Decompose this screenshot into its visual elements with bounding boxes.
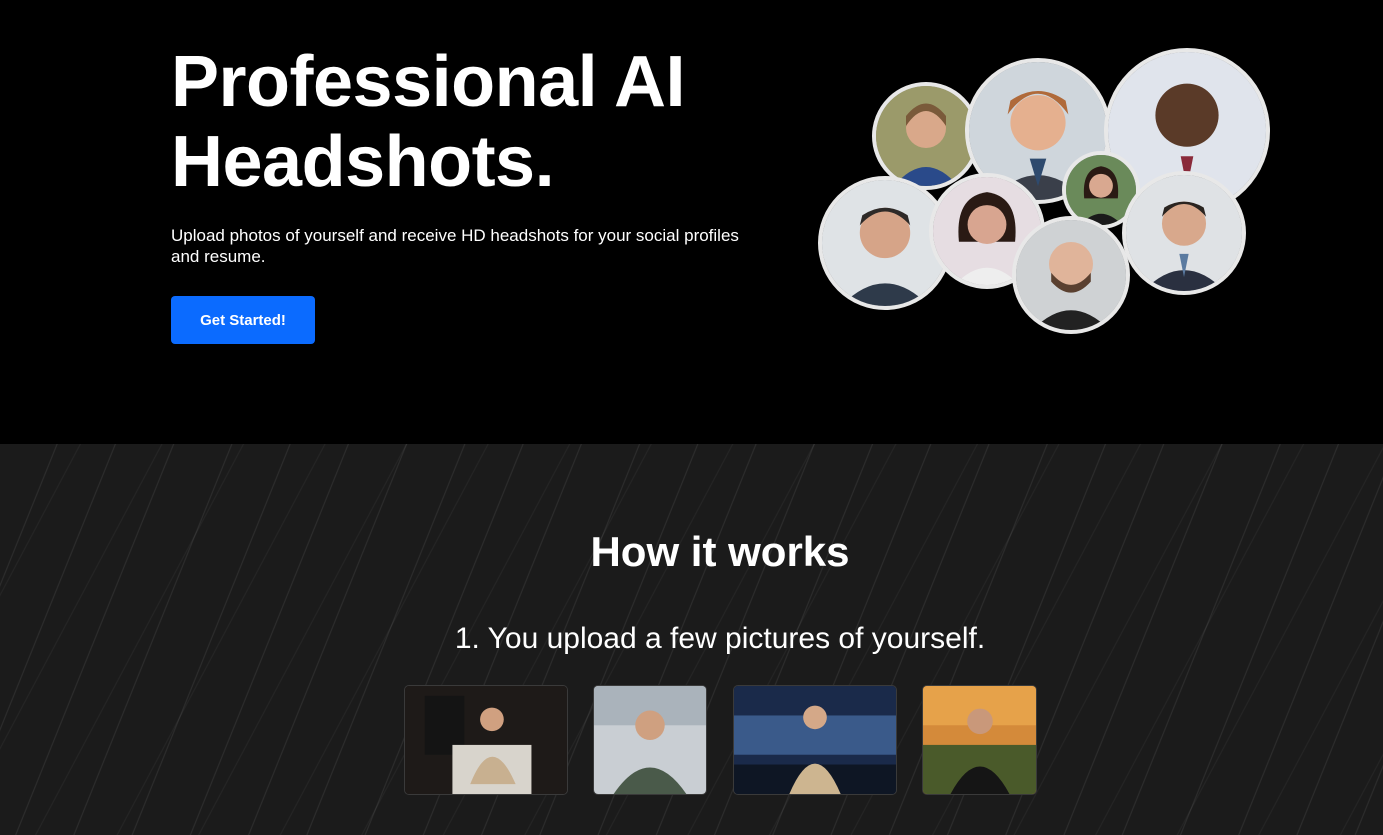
upload-photo-1 — [404, 685, 568, 795]
headshot-avatar-man-beard — [1012, 216, 1130, 334]
get-started-button[interactable]: Get Started! — [171, 296, 315, 344]
hero-section: Professional AI Headshots. Upload photos… — [0, 0, 1383, 444]
hero-title: Professional AI Headshots. — [171, 42, 685, 202]
headshot-avatar-man-suit — [1122, 171, 1246, 295]
hero-subtitle: Upload photos of yourself and receive HD… — [171, 226, 739, 266]
headshot-avatar-woman-blonde — [872, 82, 980, 190]
step-1-text: 1. You upload a few pictures of yourself… — [454, 622, 986, 655]
how-it-works-title: How it works — [590, 528, 850, 575]
upload-photo-2 — [593, 685, 707, 795]
upload-photo-4 — [922, 685, 1037, 795]
hero-title-line2: Headshots. — [171, 122, 555, 202]
upload-photo-3 — [733, 685, 897, 795]
hero-title-line1: Professional AI — [171, 42, 685, 122]
how-it-works-section: How it works 1. You upload a few picture… — [0, 444, 1383, 835]
